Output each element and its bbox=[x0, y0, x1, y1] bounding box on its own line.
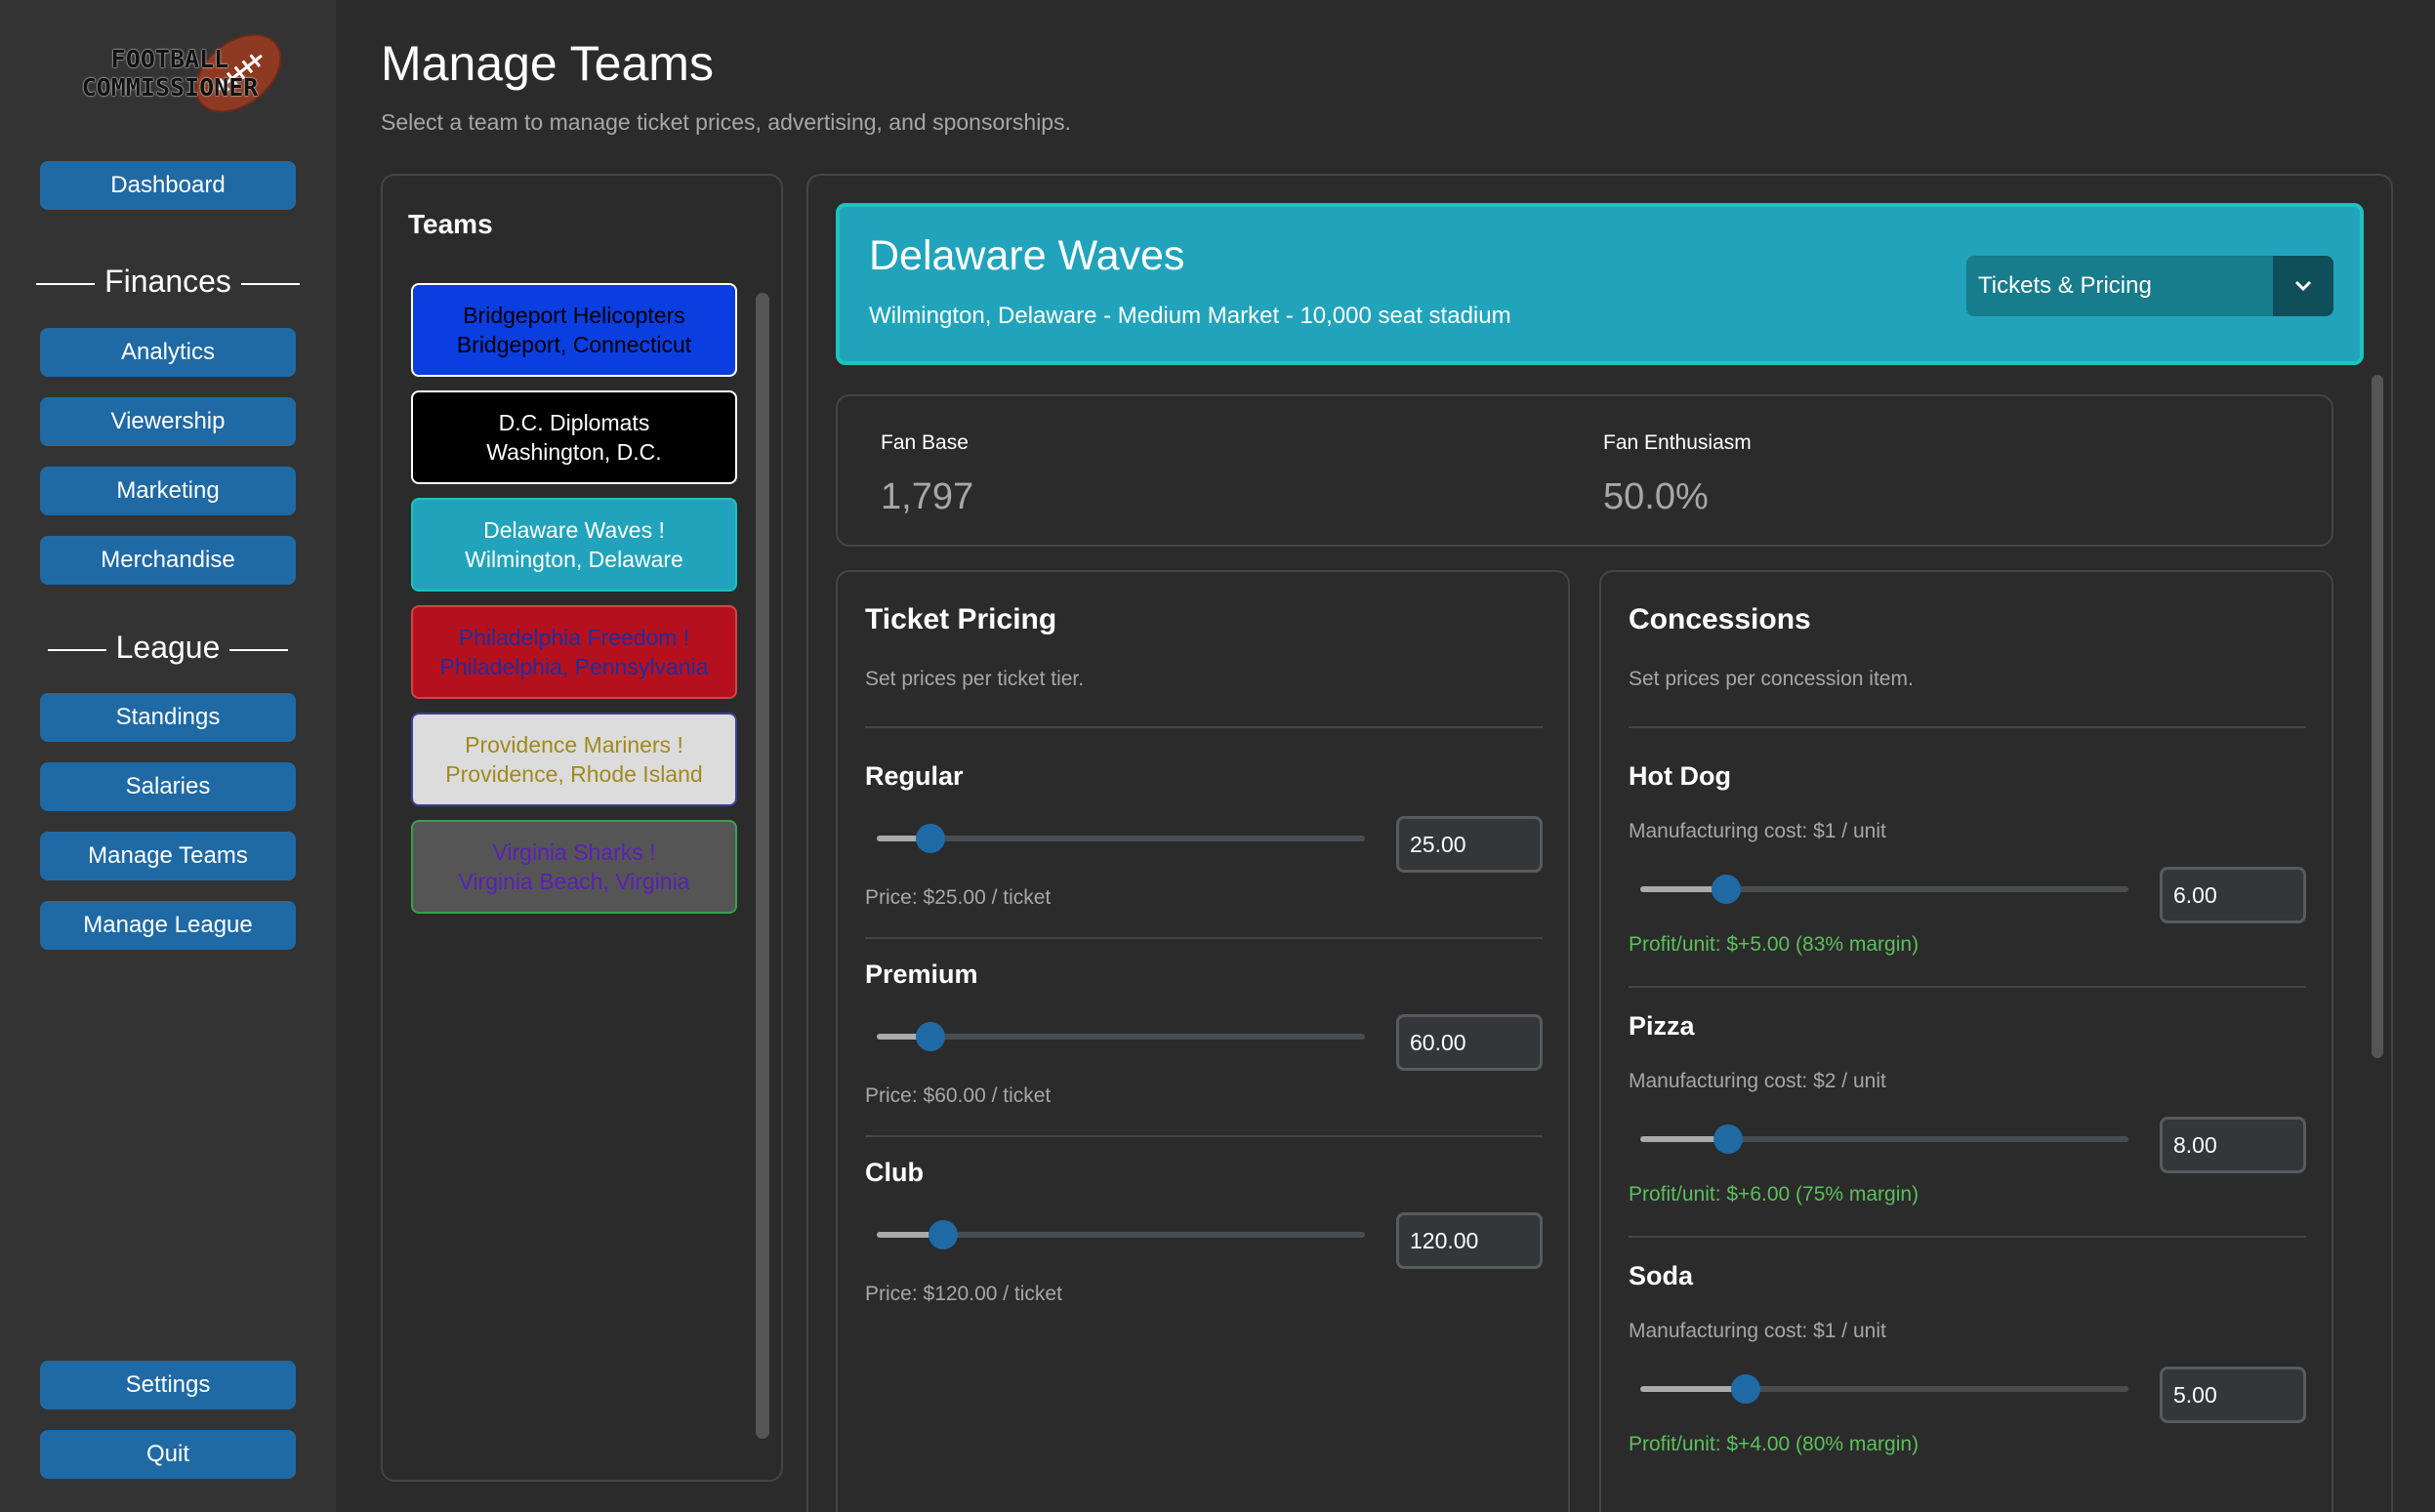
ticket-tier-label: Club bbox=[865, 1158, 924, 1187]
team-card-name: Bridgeport Helicopters bbox=[463, 303, 685, 328]
team-card[interactable]: Delaware Waves ! Wilmington, Delaware bbox=[411, 498, 737, 592]
ticket-tier-label: Premium bbox=[865, 960, 978, 989]
slider-handle[interactable] bbox=[1713, 1124, 1743, 1154]
merchandise-button[interactable]: Merchandise bbox=[40, 536, 296, 585]
ticket-price-note: Price: $120.00 / ticket bbox=[865, 1283, 1062, 1305]
teams-panel: Teams Bridgeport Helicopters Bridgeport, … bbox=[381, 174, 783, 1482]
concession-cost-note: Manufacturing cost: $1 / unit bbox=[1629, 820, 1886, 842]
concession-item-label: Hot Dog bbox=[1629, 761, 1731, 791]
concession-price-input[interactable] bbox=[2160, 1117, 2306, 1173]
concession-price-input[interactable] bbox=[2160, 1367, 2306, 1423]
concession-item-label: Pizza bbox=[1629, 1011, 1695, 1041]
slider-handle[interactable] bbox=[916, 1022, 945, 1051]
fan-base-value: 1,797 bbox=[881, 476, 974, 517]
team-card-name: Philadelphia Freedom ! bbox=[458, 625, 690, 650]
team-card-name: Delaware Waves ! bbox=[483, 517, 665, 543]
chevron-down-icon[interactable] bbox=[2273, 256, 2333, 316]
team-card[interactable]: Virginia Sharks ! Virginia Beach, Virgini… bbox=[411, 820, 737, 914]
slider-handle[interactable] bbox=[1730, 1374, 1760, 1404]
ticket-price-note: Price: $25.00 / ticket bbox=[865, 886, 1052, 909]
ticket-tier-label: Regular bbox=[865, 761, 964, 791]
concession-cost-note: Manufacturing cost: $1 / unit bbox=[1629, 1320, 1886, 1342]
concession-profit-note: Profit/unit: $+4.00 (80% margin) bbox=[1629, 1433, 1919, 1455]
ticket-pricing-title: Ticket Pricing bbox=[865, 603, 1057, 635]
concessions-title: Concessions bbox=[1629, 603, 1811, 635]
ticket-pricing-panel: Ticket Pricing Set prices per ticket tie… bbox=[836, 570, 1570, 1512]
selected-team-meta: Wilmington, Delaware - Medium Market - 1… bbox=[869, 303, 1511, 329]
team-header: Delaware Waves Wilmington, Delaware - Me… bbox=[836, 203, 2364, 365]
team-card-location: Providence, Rhode Island bbox=[445, 761, 703, 787]
view-select-dropdown[interactable]: Tickets & Pricing bbox=[1966, 256, 2333, 316]
app-logo: FOOTBALL COMMISSIONER bbox=[62, 18, 297, 129]
team-card[interactable]: Philadelphia Freedom ! Philadelphia, Penn… bbox=[411, 605, 737, 699]
selected-team-name: Delaware Waves bbox=[869, 232, 1185, 279]
team-card-name: Providence Mariners ! bbox=[465, 732, 683, 757]
concession-profit-note: Profit/unit: $+6.00 (75% margin) bbox=[1629, 1183, 1919, 1206]
manage-teams-button[interactable]: Manage Teams bbox=[40, 832, 296, 880]
dashboard-button[interactable]: Dashboard bbox=[40, 161, 296, 210]
salaries-button[interactable]: Salaries bbox=[40, 762, 296, 811]
teams-scrollbar[interactable] bbox=[756, 293, 769, 1439]
logo-line-1: FOOTBALL bbox=[110, 45, 229, 73]
quit-button[interactable]: Quit bbox=[40, 1430, 296, 1479]
concession-cost-note: Manufacturing cost: $2 / unit bbox=[1629, 1070, 1886, 1092]
slider-handle[interactable] bbox=[1711, 875, 1741, 904]
analytics-button[interactable]: Analytics bbox=[40, 328, 296, 377]
view-select-value: Tickets & Pricing bbox=[1978, 272, 2152, 299]
fan-base-label: Fan Base bbox=[881, 431, 969, 454]
main-scrollbar[interactable] bbox=[2372, 375, 2383, 1058]
sidebar: FOOTBALL COMMISSIONER Dashboard Finances… bbox=[0, 0, 336, 1512]
team-card-location: Philadelphia, Pennsylvania bbox=[439, 654, 709, 679]
slider-handle[interactable] bbox=[916, 824, 945, 853]
concession-price-slider[interactable] bbox=[1640, 875, 2128, 904]
finances-heading: Finances bbox=[0, 264, 336, 300]
concessions-subtitle: Set prices per concession item. bbox=[1629, 668, 1914, 690]
ticket-price-slider[interactable] bbox=[877, 1220, 1365, 1249]
fan-enthusiasm-value: 50.0% bbox=[1603, 476, 1709, 517]
fan-stats: Fan Base 1,797 Fan Enthusiasm 50.0% bbox=[836, 394, 2333, 547]
ticket-price-note: Price: $60.00 / ticket bbox=[865, 1084, 1052, 1107]
ticket-price-input[interactable] bbox=[1396, 1014, 1543, 1071]
teams-title: Teams bbox=[408, 209, 493, 239]
team-card-name: D.C. Diplomats bbox=[498, 410, 650, 435]
team-card[interactable]: D.C. Diplomats Washington, D.C. bbox=[411, 390, 737, 484]
page-subtitle: Select a team to manage ticket prices, a… bbox=[381, 109, 1071, 135]
concessions-panel: Concessions Set prices per concession it… bbox=[1599, 570, 2333, 1512]
settings-button[interactable]: Settings bbox=[40, 1361, 296, 1410]
concession-item-label: Soda bbox=[1629, 1261, 1694, 1290]
concession-price-slider[interactable] bbox=[1640, 1124, 2128, 1154]
league-heading: League bbox=[0, 630, 336, 666]
ticket-pricing-subtitle: Set prices per ticket tier. bbox=[865, 668, 1085, 690]
page-title: Manage Teams bbox=[381, 36, 714, 91]
ticket-price-slider[interactable] bbox=[877, 824, 1365, 853]
viewership-button[interactable]: Viewership bbox=[40, 397, 296, 446]
logo-line-2: COMMISSIONER bbox=[81, 73, 259, 102]
standings-button[interactable]: Standings bbox=[40, 693, 296, 742]
team-card-location: Bridgeport, Connecticut bbox=[456, 332, 692, 357]
marketing-button[interactable]: Marketing bbox=[40, 467, 296, 515]
ticket-price-input[interactable] bbox=[1396, 1212, 1543, 1269]
ticket-price-slider[interactable] bbox=[877, 1022, 1365, 1051]
concession-price-input[interactable] bbox=[2160, 867, 2306, 923]
team-card-location: Washington, D.C. bbox=[486, 439, 662, 465]
concession-price-slider[interactable] bbox=[1640, 1374, 2128, 1404]
slider-handle[interactable] bbox=[928, 1220, 958, 1249]
concession-profit-note: Profit/unit: $+5.00 (83% margin) bbox=[1629, 933, 1919, 956]
team-card-location: Wilmington, Delaware bbox=[465, 547, 683, 572]
ticket-price-input[interactable] bbox=[1396, 816, 1543, 873]
team-card-location: Virginia Beach, Virginia bbox=[458, 869, 690, 894]
team-card[interactable]: Bridgeport Helicopters Bridgeport, Connec… bbox=[411, 283, 737, 377]
fan-enthusiasm-label: Fan Enthusiasm bbox=[1603, 431, 1752, 454]
team-card[interactable]: Providence Mariners ! Providence, Rhode I… bbox=[411, 713, 737, 806]
team-card-name: Virginia Sharks ! bbox=[492, 839, 656, 865]
manage-league-button[interactable]: Manage League bbox=[40, 901, 296, 950]
